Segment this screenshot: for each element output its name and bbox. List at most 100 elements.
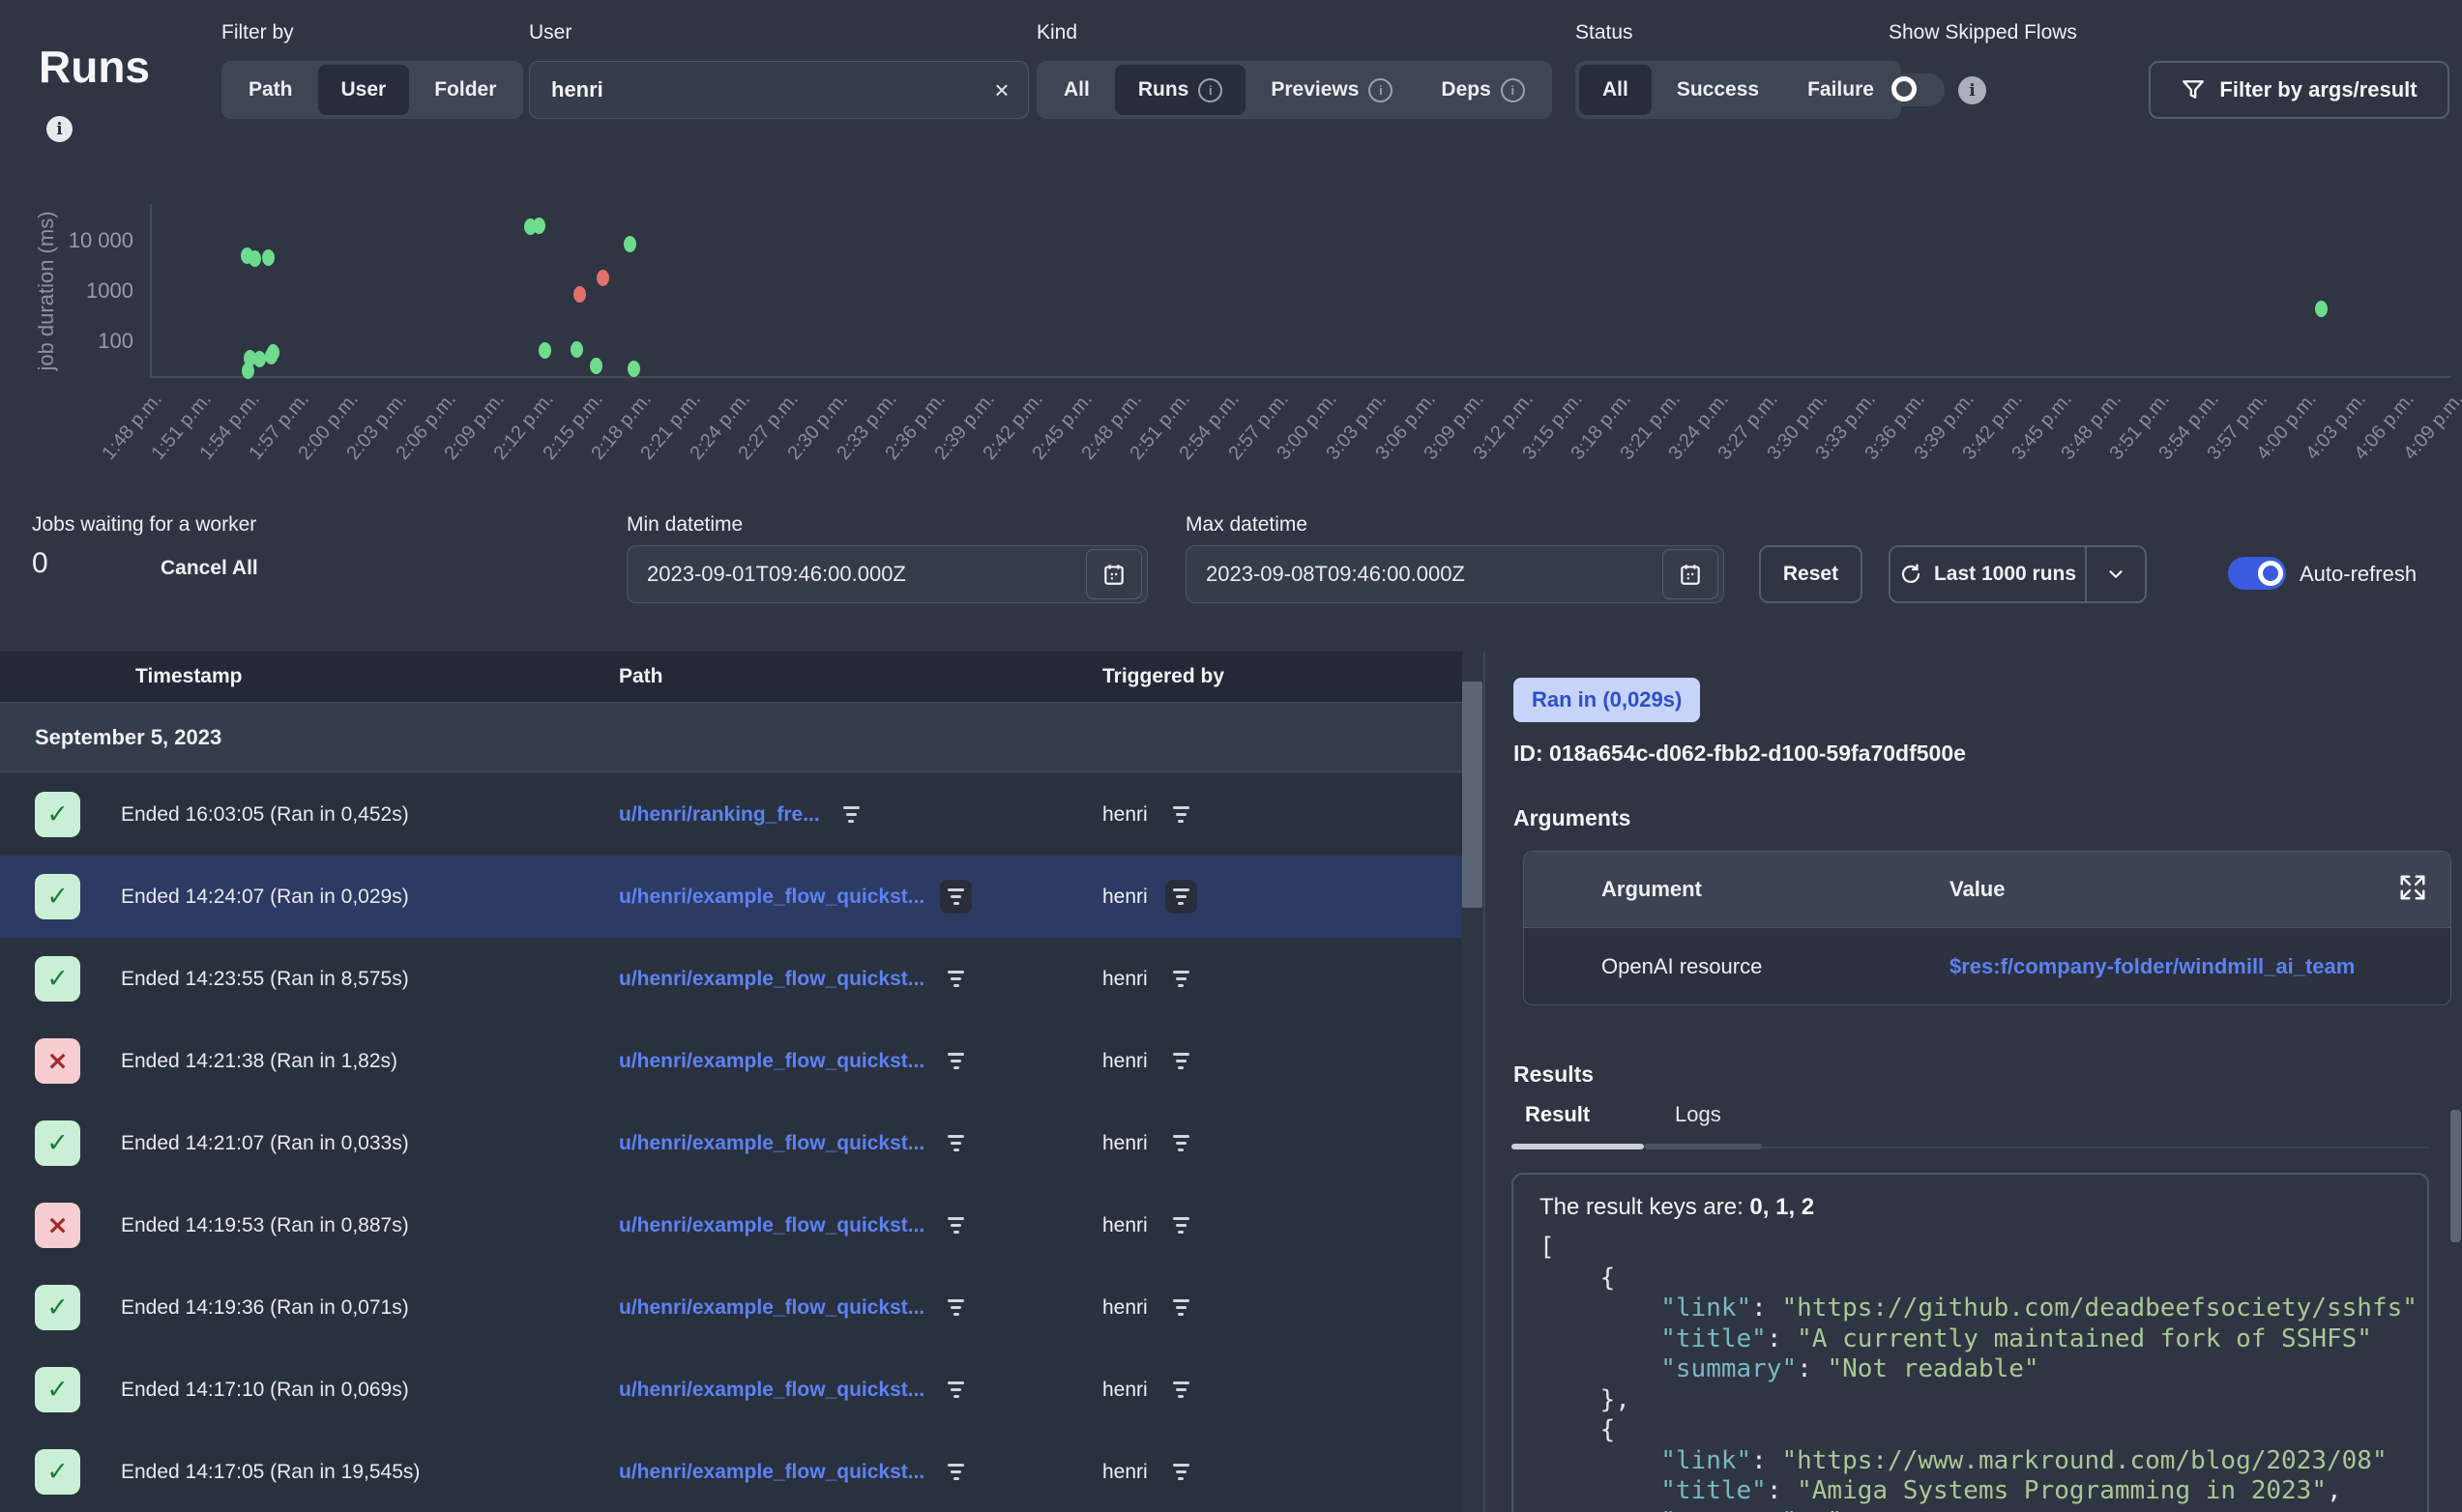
kind-all[interactable]: All	[1040, 65, 1113, 115]
scatter-point-success[interactable]	[590, 358, 602, 374]
run-path-link[interactable]: u/henri/ranking_fre...	[619, 803, 820, 827]
run-timestamp: Ended 14:21:38 (Ran in 1,82s)	[121, 1020, 397, 1102]
filter-by-folder[interactable]: Folder	[411, 65, 519, 115]
panel-scrollbar[interactable]	[2450, 1110, 2461, 1242]
user-input[interactable]	[530, 77, 976, 102]
max-datetime-input[interactable]	[1187, 561, 1662, 588]
reset-button[interactable]: Reset	[1759, 545, 1862, 603]
table-row[interactable]: ✓ Ended 16:03:05 (Ran in 0,452s) u/henri…	[0, 773, 1462, 856]
filter-by-user-icon[interactable]	[1165, 798, 1197, 831]
filter-by-user-icon[interactable]	[1165, 880, 1197, 914]
min-datetime-input[interactable]	[628, 561, 1086, 588]
run-path-link[interactable]: u/henri/example_flow_quickst...	[619, 886, 924, 909]
kind-deps[interactable]: Depsi	[1418, 65, 1547, 115]
scatter-point-success[interactable]	[253, 351, 266, 367]
filter-by-path-icon[interactable]	[940, 880, 972, 914]
table-row[interactable]: × Ended 14:21:38 (Ran in 1,82s) u/henri/…	[0, 1020, 1462, 1102]
y-tick-label: 10 000	[27, 228, 133, 253]
runs-info-icon[interactable]: i	[46, 116, 73, 142]
filter-by-path-icon[interactable]	[940, 1126, 972, 1160]
filter-by-user-icon[interactable]	[1165, 1291, 1197, 1324]
filter-by-path-icon[interactable]	[940, 1044, 972, 1078]
run-path-link[interactable]: u/henri/example_flow_quickst...	[619, 1296, 924, 1320]
filter-by-path[interactable]: Path	[225, 65, 316, 115]
scatter-point-success[interactable]	[628, 361, 640, 377]
arguments-table-row: OpenAI resource $res:f/company-folder/wi…	[1524, 928, 2450, 1004]
clear-user-icon[interactable]: ×	[976, 75, 1028, 105]
scatter-point-success[interactable]	[533, 218, 545, 234]
table-row[interactable]: ✓ Ended 14:24:07 (Ran in 0,029s) u/henri…	[0, 856, 1462, 938]
table-row[interactable]: × Ended 14:19:53 (Ran in 0,887s) u/henri…	[0, 1184, 1462, 1266]
filter-by-path-icon[interactable]	[940, 1455, 972, 1489]
scatter-point-success[interactable]	[262, 249, 275, 266]
min-calendar-button[interactable]	[1086, 549, 1142, 599]
scatter-point-success[interactable]	[2315, 301, 2328, 317]
last-runs-main[interactable]: Last 1000 runs	[1890, 563, 2085, 586]
filter-args-button[interactable]: Filter by args/result	[2149, 61, 2449, 119]
arg-col-argument: Argument	[1601, 877, 1949, 902]
table-row[interactable]: ✓ Ended 14:23:55 (Ran in 8,575s) u/henri…	[0, 938, 1462, 1020]
run-user-cell: henri	[1102, 1020, 1197, 1102]
cancel-all-button[interactable]: Cancel All	[161, 557, 258, 580]
run-path-link[interactable]: u/henri/example_flow_quickst...	[619, 1132, 924, 1155]
status-failure[interactable]: Failure	[1784, 65, 1897, 115]
status-icon: ✓	[46, 1459, 69, 1485]
table-scrollbar[interactable]	[1462, 682, 1482, 908]
status-segmented: All Success Failure	[1575, 61, 1901, 119]
last-runs-dropdown[interactable]	[2087, 564, 2145, 585]
run-timestamp: Ended 14:24:07 (Ran in 0,029s)	[121, 856, 409, 938]
scatter-point-success[interactable]	[624, 236, 636, 252]
result-json-line: "summary": "Not readable"	[1539, 1354, 2427, 1385]
status-success[interactable]: Success	[1654, 65, 1782, 115]
filter-by-path-icon[interactable]	[940, 962, 972, 996]
expand-icon[interactable]	[2398, 873, 2427, 902]
run-path-link[interactable]: u/henri/example_flow_quickst...	[619, 1461, 924, 1484]
scatter-point-failure[interactable]	[597, 270, 609, 286]
filter-by-user-icon[interactable]	[1165, 962, 1197, 996]
max-calendar-button[interactable]	[1662, 549, 1718, 599]
run-path-link[interactable]: u/henri/example_flow_quickst...	[619, 968, 924, 991]
run-timestamp: Ended 16:03:05 (Ran in 0,452s)	[121, 773, 409, 856]
auto-refresh-label: Auto-refresh	[2300, 562, 2417, 587]
scatter-point-success[interactable]	[571, 341, 583, 358]
filter-by-user-icon[interactable]	[1165, 1044, 1197, 1078]
filter-by-path-icon[interactable]	[835, 798, 867, 831]
run-user-cell: henri	[1102, 1102, 1197, 1184]
table-row[interactable]: ✓ Ended 14:17:10 (Ran in 0,069s) u/henri…	[0, 1349, 1462, 1431]
tab-result[interactable]: Result	[1525, 1102, 1590, 1127]
run-path-link[interactable]: u/henri/example_flow_quickst...	[619, 1050, 924, 1073]
scatter-point-success[interactable]	[539, 342, 551, 359]
scatter-point-success[interactable]	[267, 344, 279, 361]
kind-runs[interactable]: Runsi	[1115, 65, 1246, 115]
skipped-info-icon[interactable]: i	[1958, 76, 1986, 104]
table-row[interactable]: ✓ Ended 14:17:05 (Ran in 19,545s) u/henr…	[0, 1431, 1462, 1512]
scatter-point-failure[interactable]	[573, 286, 586, 303]
last-runs-button[interactable]: Last 1000 runs	[1889, 545, 2147, 603]
filter-by-user-icon[interactable]	[1165, 1373, 1197, 1407]
calendar-icon	[1101, 562, 1127, 587]
scatter-point-success[interactable]	[249, 250, 261, 267]
table-header: Timestamp Path Triggered by	[0, 652, 1462, 702]
filter-by-path-icon[interactable]	[940, 1291, 972, 1324]
run-timestamp: Ended 14:17:05 (Ran in 19,545s)	[121, 1431, 420, 1512]
show-skipped-toggle[interactable]	[1889, 73, 1945, 106]
filter-by-user-icon[interactable]	[1165, 1126, 1197, 1160]
run-timestamp: Ended 14:19:53 (Ran in 0,887s)	[121, 1184, 409, 1266]
user-label: User	[529, 21, 572, 44]
table-row[interactable]: ✓ Ended 14:19:36 (Ran in 0,071s) u/henri…	[0, 1266, 1462, 1349]
filter-by-user-icon[interactable]	[1165, 1455, 1197, 1489]
run-path-link[interactable]: u/henri/example_flow_quickst...	[619, 1379, 924, 1402]
auto-refresh-toggle[interactable]	[2228, 557, 2286, 590]
run-path-link[interactable]: u/henri/example_flow_quickst...	[619, 1214, 924, 1237]
kind-previews[interactable]: Previewsi	[1247, 65, 1416, 115]
run-path-cell: u/henri/example_flow_quickst...	[619, 1349, 972, 1431]
tab-logs[interactable]: Logs	[1675, 1102, 1721, 1127]
col-timestamp: Timestamp	[135, 652, 243, 702]
table-row[interactable]: ✓ Ended 14:21:07 (Ran in 0,033s) u/henri…	[0, 1102, 1462, 1184]
status-all[interactable]: All	[1579, 65, 1652, 115]
filter-by-user[interactable]: User	[318, 65, 410, 115]
resource-link[interactable]: $res:f/company-folder/windmill_ai_team	[1949, 954, 2355, 978]
filter-by-user-icon[interactable]	[1165, 1208, 1197, 1242]
filter-by-path-icon[interactable]	[940, 1373, 972, 1407]
filter-by-path-icon[interactable]	[940, 1208, 972, 1242]
